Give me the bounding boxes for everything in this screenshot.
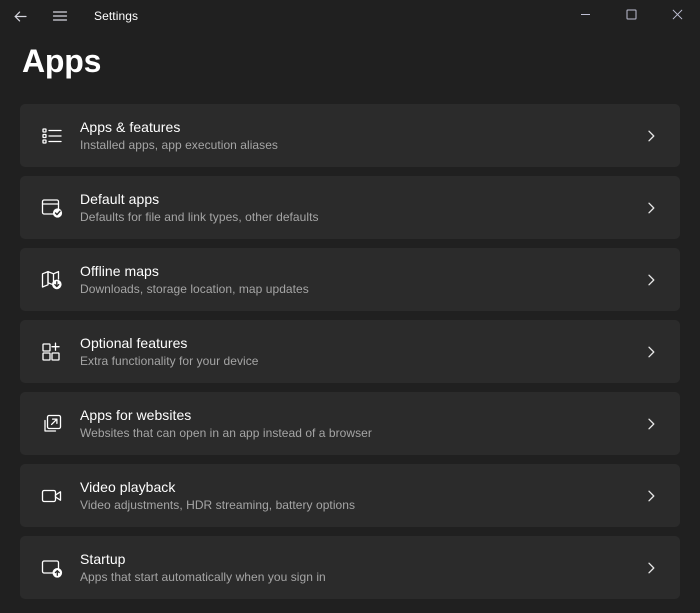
settings-item-apps-for-websites[interactable]: Apps for websites Websites that can open… [20, 392, 680, 455]
settings-item-text: Startup Apps that start automatically wh… [80, 550, 632, 585]
chevron-right-icon[interactable] [640, 269, 662, 291]
settings-window: Settings Apps Apps & features Installed … [0, 0, 700, 613]
apps-list-icon [37, 121, 67, 151]
settings-item-text: Video playback Video adjustments, HDR st… [80, 478, 632, 513]
settings-item-title: Apps & features [80, 119, 181, 135]
settings-item-subtitle: Video adjustments, HDR streaming, batter… [80, 498, 356, 512]
chevron-right-icon[interactable] [640, 125, 662, 147]
settings-item-title: Optional features [80, 335, 188, 351]
settings-item-title: Apps for websites [80, 407, 192, 423]
minimize-icon [580, 7, 591, 25]
settings-item-default-apps[interactable]: Default apps Defaults for file and link … [20, 176, 680, 239]
hamburger-menu-icon [52, 9, 68, 23]
settings-item-text: Optional features Extra functionality fo… [80, 334, 632, 369]
settings-item-text: Offline maps Downloads, storage location… [80, 262, 632, 297]
maximize-icon [626, 7, 637, 25]
maximize-button[interactable] [608, 0, 654, 32]
startup-monitor-up-arrow-icon [37, 553, 67, 583]
page-title: Apps [22, 43, 102, 79]
window-controls [562, 0, 700, 32]
hamburger-menu-button[interactable] [40, 0, 80, 32]
back-button[interactable] [0, 0, 40, 32]
apps-for-websites-external-link-icon [37, 409, 67, 439]
window-title: Settings [94, 9, 139, 23]
back-arrow-icon [12, 8, 29, 25]
chevron-right-icon[interactable] [640, 341, 662, 363]
settings-item-title: Startup [80, 551, 126, 567]
title-bar: Settings [0, 0, 700, 32]
settings-item-title: Default apps [80, 191, 160, 207]
settings-item-subtitle: Apps that start automatically when you s… [80, 570, 326, 584]
video-playback-camera-icon [37, 481, 67, 511]
settings-item-title: Offline maps [80, 263, 159, 279]
optional-features-grid-plus-icon [37, 337, 67, 367]
close-button[interactable] [654, 0, 700, 32]
minimize-button[interactable] [562, 0, 608, 32]
chevron-right-icon[interactable] [640, 485, 662, 507]
settings-item-optional-features[interactable]: Optional features Extra functionality fo… [20, 320, 680, 383]
settings-item-subtitle: Installed apps, app execution aliases [80, 138, 278, 152]
settings-item-text: Default apps Defaults for file and link … [80, 190, 632, 225]
settings-item-text: Apps for websites Websites that can open… [80, 406, 632, 441]
settings-item-offline-maps[interactable]: Offline maps Downloads, storage location… [20, 248, 680, 311]
settings-item-startup[interactable]: Startup Apps that start automatically wh… [20, 536, 680, 599]
chevron-right-icon[interactable] [640, 197, 662, 219]
settings-item-subtitle: Websites that can open in an app instead… [80, 426, 372, 440]
settings-item-video-playback[interactable]: Video playback Video adjustments, HDR st… [20, 464, 680, 527]
settings-item-title: Video playback [80, 479, 176, 495]
chevron-right-icon[interactable] [640, 413, 662, 435]
default-apps-window-check-icon [37, 193, 67, 223]
settings-item-subtitle: Downloads, storage location, map updates [80, 282, 309, 296]
offline-maps-download-icon [37, 265, 67, 295]
settings-item-apps-and-features[interactable]: Apps & features Installed apps, app exec… [20, 104, 680, 167]
settings-item-text: Apps & features Installed apps, app exec… [80, 118, 632, 153]
chevron-right-icon[interactable] [640, 557, 662, 579]
settings-list: Apps & features Installed apps, app exec… [20, 104, 680, 599]
settings-item-subtitle: Defaults for file and link types, other … [80, 210, 319, 224]
settings-item-subtitle: Extra functionality for your device [80, 354, 259, 368]
close-icon [672, 7, 683, 25]
